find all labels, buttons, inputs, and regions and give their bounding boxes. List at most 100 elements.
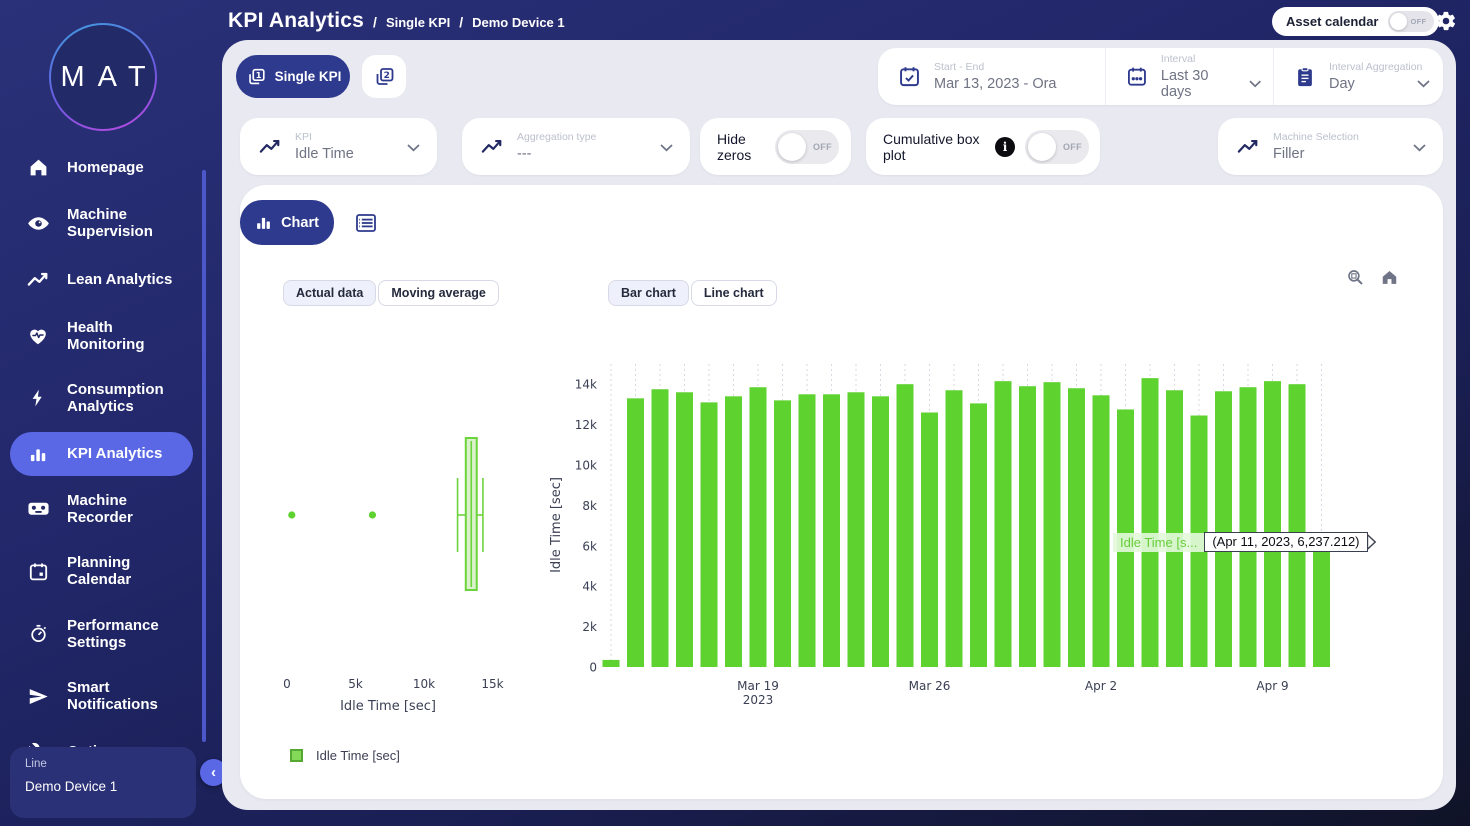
sidebar-item-kpi-analytics[interactable]: KPI Analytics (10, 432, 193, 476)
bar[interactable] (970, 403, 987, 667)
chart-view-label: Chart (281, 215, 319, 231)
bar[interactable] (1264, 381, 1281, 667)
bar[interactable] (676, 392, 693, 667)
sidebar-item-machine-recorder[interactable]: Machine Recorder (10, 480, 193, 539)
cumulative-box-plot-toggle[interactable]: OFF (1025, 130, 1089, 164)
machine-selection-select[interactable]: Machine Selection Filler (1218, 118, 1443, 175)
bar[interactable] (774, 400, 791, 667)
kpi-analytics-app: MAT Homepage Machine Supervision Lean An… (0, 0, 1470, 826)
bar[interactable] (1044, 382, 1061, 667)
bar[interactable] (1068, 388, 1085, 667)
bar-chart-icon (26, 444, 50, 464)
sidebar-scrollbar[interactable] (202, 170, 206, 742)
toggle-knob (778, 133, 806, 161)
bar[interactable] (823, 394, 840, 667)
tab-moving-average[interactable]: Moving average (378, 280, 498, 306)
bar[interactable] (725, 396, 742, 667)
sidebar-item-health-monitoring[interactable]: Health Monitoring (10, 307, 193, 366)
line-label: Line (25, 758, 181, 770)
device-card[interactable]: Line Demo Device 1 (10, 747, 196, 818)
hide-zeros-toggle[interactable]: OFF (775, 130, 839, 164)
bar[interactable] (1019, 386, 1036, 667)
info-icon[interactable]: i (995, 137, 1015, 157)
chart-card: Chart Actual dataMoving average Bar char… (240, 185, 1443, 799)
bar[interactable] (1166, 390, 1183, 667)
sidebar-item-consumption-analytics[interactable]: Consumption Analytics (10, 369, 193, 428)
sidebar-nav: Homepage Machine Supervision Lean Analyt… (0, 143, 205, 776)
svg-text:2023: 2023 (743, 693, 774, 707)
cumulative-box-plot-control: Cumulative box plot i OFF (866, 118, 1100, 175)
asset-calendar-toggle[interactable]: OFF (1388, 11, 1434, 32)
svg-text:0: 0 (589, 661, 597, 675)
svg-text:0: 0 (283, 677, 291, 691)
device-name: Demo Device 1 (25, 779, 181, 794)
sidebar-item-planning-calendar[interactable]: Planning Calendar (10, 542, 193, 601)
bar[interactable] (1215, 391, 1232, 667)
svg-text:14k: 14k (575, 378, 597, 392)
bar[interactable] (1240, 387, 1257, 667)
bar[interactable] (1289, 384, 1306, 667)
sidebar-item-smart-notifications[interactable]: Smart Notifications (10, 667, 193, 726)
toggle-state-label: OFF (1411, 17, 1427, 26)
tab-bar-chart[interactable]: Bar chart (608, 280, 689, 306)
zoom-icon[interactable] (1346, 268, 1365, 287)
outlier-point[interactable] (369, 511, 376, 518)
sidebar-item-label: Planning Calendar (67, 554, 187, 589)
bar[interactable] (1313, 541, 1330, 667)
bar[interactable] (1142, 378, 1159, 667)
bar[interactable] (750, 387, 767, 667)
kpi-select[interactable]: KPI Idle Time (240, 118, 437, 175)
chart-modebar (1346, 268, 1399, 287)
chevron-down-icon (1249, 80, 1261, 88)
bar[interactable] (921, 412, 938, 667)
chart-legend[interactable]: Idle Time [sec] (290, 748, 400, 763)
sidebar-item-homepage[interactable]: Homepage (10, 145, 193, 190)
bar[interactable] (848, 392, 865, 667)
interval-field[interactable]: Interval Last 30 days (1105, 48, 1273, 105)
chart-view-button[interactable]: Chart (240, 200, 334, 245)
tab-actual-data[interactable]: Actual data (283, 280, 376, 306)
breadcrumb-single-kpi[interactable]: Single KPI (386, 15, 450, 30)
single-kpi-button[interactable]: 1 Single KPI (236, 55, 350, 98)
calendar-check-icon (898, 65, 921, 88)
interval-aggregation-field[interactable]: Interval Aggregation Day (1273, 48, 1443, 105)
bar[interactable] (946, 390, 963, 667)
sidebar-item-lean-analytics[interactable]: Lean Analytics (10, 257, 193, 303)
outlier-point[interactable] (288, 511, 295, 518)
legend-label: Idle Time [sec] (316, 748, 400, 763)
svg-text:2: 2 (384, 71, 390, 81)
bar[interactable] (627, 398, 644, 667)
date-range-label: Start - End (934, 61, 1057, 73)
multi-kpi-button[interactable]: 2 (362, 55, 406, 98)
settings-button[interactable] (1435, 10, 1457, 32)
bar[interactable] (1093, 395, 1110, 667)
bar[interactable] (652, 389, 669, 667)
sidebar-item-machine-supervision[interactable]: Machine Supervision (10, 194, 193, 253)
page-title: KPI Analytics (228, 9, 364, 33)
table-view-button[interactable] (354, 211, 378, 235)
svg-text:4k: 4k (582, 580, 597, 594)
sidebar-item-label: Health Monitoring (67, 319, 187, 354)
bar[interactable] (872, 396, 889, 667)
machine-selection-value: Filler (1273, 146, 1359, 162)
aggregation-type-select[interactable]: Aggregation type --- (462, 118, 690, 175)
bar[interactable] (897, 384, 914, 667)
breadcrumb-separator: / (459, 14, 463, 30)
asset-calendar-label: Asset calendar (1286, 14, 1379, 29)
bar[interactable] (701, 402, 718, 667)
heart-pulse-icon (26, 325, 50, 347)
sidebar-item-label: Consumption Analytics (67, 381, 187, 416)
breadcrumb-device[interactable]: Demo Device 1 (472, 15, 565, 30)
bar[interactable] (603, 660, 620, 667)
home-reset-icon[interactable] (1380, 268, 1399, 287)
bar-chart-icon (255, 214, 272, 231)
svg-text:10k: 10k (575, 459, 597, 473)
bar[interactable] (995, 381, 1012, 667)
svg-text:2k: 2k (582, 620, 597, 634)
sidebar-item-performance-settings[interactable]: Performance Settings (10, 605, 193, 664)
bar[interactable] (799, 394, 816, 667)
date-range-field[interactable]: Start - End Mar 13, 2023 - Ora (878, 48, 1105, 105)
tab-line-chart[interactable]: Line chart (691, 280, 777, 306)
kpi-label: KPI (295, 131, 354, 143)
send-icon (26, 686, 50, 707)
